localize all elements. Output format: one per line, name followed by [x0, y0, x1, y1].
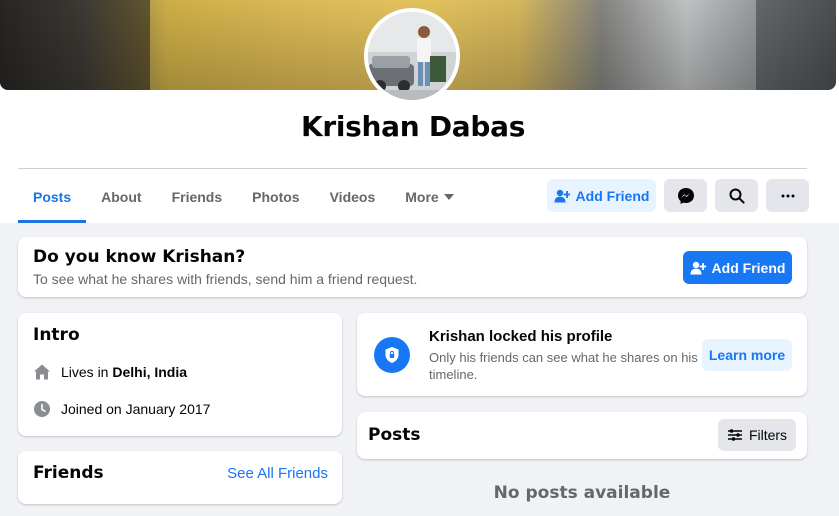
header-actions: Add Friend	[547, 179, 809, 212]
filters-button[interactable]: Filters	[718, 419, 796, 451]
tab-label: Videos	[329, 188, 376, 205]
shield-icon	[374, 337, 410, 373]
friends-title: Friends	[33, 463, 104, 483]
tab-label: Photos	[252, 188, 300, 205]
caret-down-icon	[443, 194, 454, 200]
tab-posts[interactable]: Posts	[18, 170, 87, 223]
locked-profile-title: Krishan locked his profile	[429, 328, 613, 345]
no-posts-message: No posts available	[493, 483, 671, 503]
search-button[interactable]	[715, 179, 758, 212]
intro-joined: Joined on January 2017	[33, 400, 210, 418]
tab-about[interactable]: About	[86, 170, 156, 223]
intro-lives-in: Lives in Delhi, India	[33, 363, 187, 381]
messenger-button[interactable]	[664, 179, 707, 212]
friend-suggestion-card: Do you know Krishan? To see what he shar…	[18, 237, 807, 297]
avatar-photo	[368, 12, 456, 100]
add-friend-cta-button[interactable]: Add Friend	[683, 251, 792, 284]
tab-label: More	[405, 188, 439, 205]
joined-text: Joined on January 2017	[61, 401, 211, 417]
filters-label: Filters	[748, 427, 788, 443]
posts-card: Posts Filters	[357, 412, 807, 459]
messenger-icon	[677, 187, 694, 204]
tab-label: Friends	[171, 188, 223, 205]
posts-title: Posts	[368, 425, 421, 445]
profile-tabs: Posts About Friends Photos Videos More	[18, 170, 469, 223]
friend-suggestion-title: Do you know Krishan?	[33, 247, 246, 267]
add-person-icon	[690, 261, 706, 274]
search-icon	[729, 188, 745, 204]
locked-profile-subtitle: Only his friends can see what he shares …	[429, 350, 698, 382]
clock-icon	[34, 401, 50, 417]
filter-sliders-icon	[727, 429, 742, 441]
lives-in-place: Delhi, India	[112, 364, 188, 380]
add-friend-cta-label: Add Friend	[711, 259, 786, 276]
tab-friends[interactable]: Friends	[157, 170, 238, 223]
more-dots-icon	[781, 194, 794, 197]
tab-more[interactable]: More	[390, 170, 468, 223]
lives-in-label: Lives in	[61, 364, 109, 380]
intro-card: Intro Lives in Delhi, India Joined on Ja…	[18, 313, 342, 436]
see-all-friends-link[interactable]: See All Friends	[227, 465, 328, 482]
add-friend-button[interactable]: Add Friend	[547, 179, 656, 212]
tab-photos[interactable]: Photos	[237, 170, 314, 223]
friends-card: Friends See All Friends	[18, 451, 342, 504]
profile-name: Krishan Dabas	[300, 110, 526, 143]
add-friend-label: Add Friend	[575, 187, 650, 204]
tab-label: Posts	[33, 188, 72, 205]
intro-title: Intro	[33, 325, 80, 345]
home-icon	[34, 364, 50, 380]
tab-label: About	[101, 188, 142, 205]
header-divider	[18, 168, 807, 169]
add-person-icon	[554, 189, 570, 202]
profile-avatar[interactable]	[364, 8, 460, 104]
friend-suggestion-subtitle: To see what he shares with friends, send…	[33, 271, 418, 287]
locked-profile-card: Krishan locked his profile Only his frie…	[357, 313, 807, 396]
tab-videos[interactable]: Videos	[315, 170, 391, 223]
learn-more-button[interactable]: Learn more	[702, 339, 792, 371]
more-options-button[interactable]	[766, 179, 809, 212]
